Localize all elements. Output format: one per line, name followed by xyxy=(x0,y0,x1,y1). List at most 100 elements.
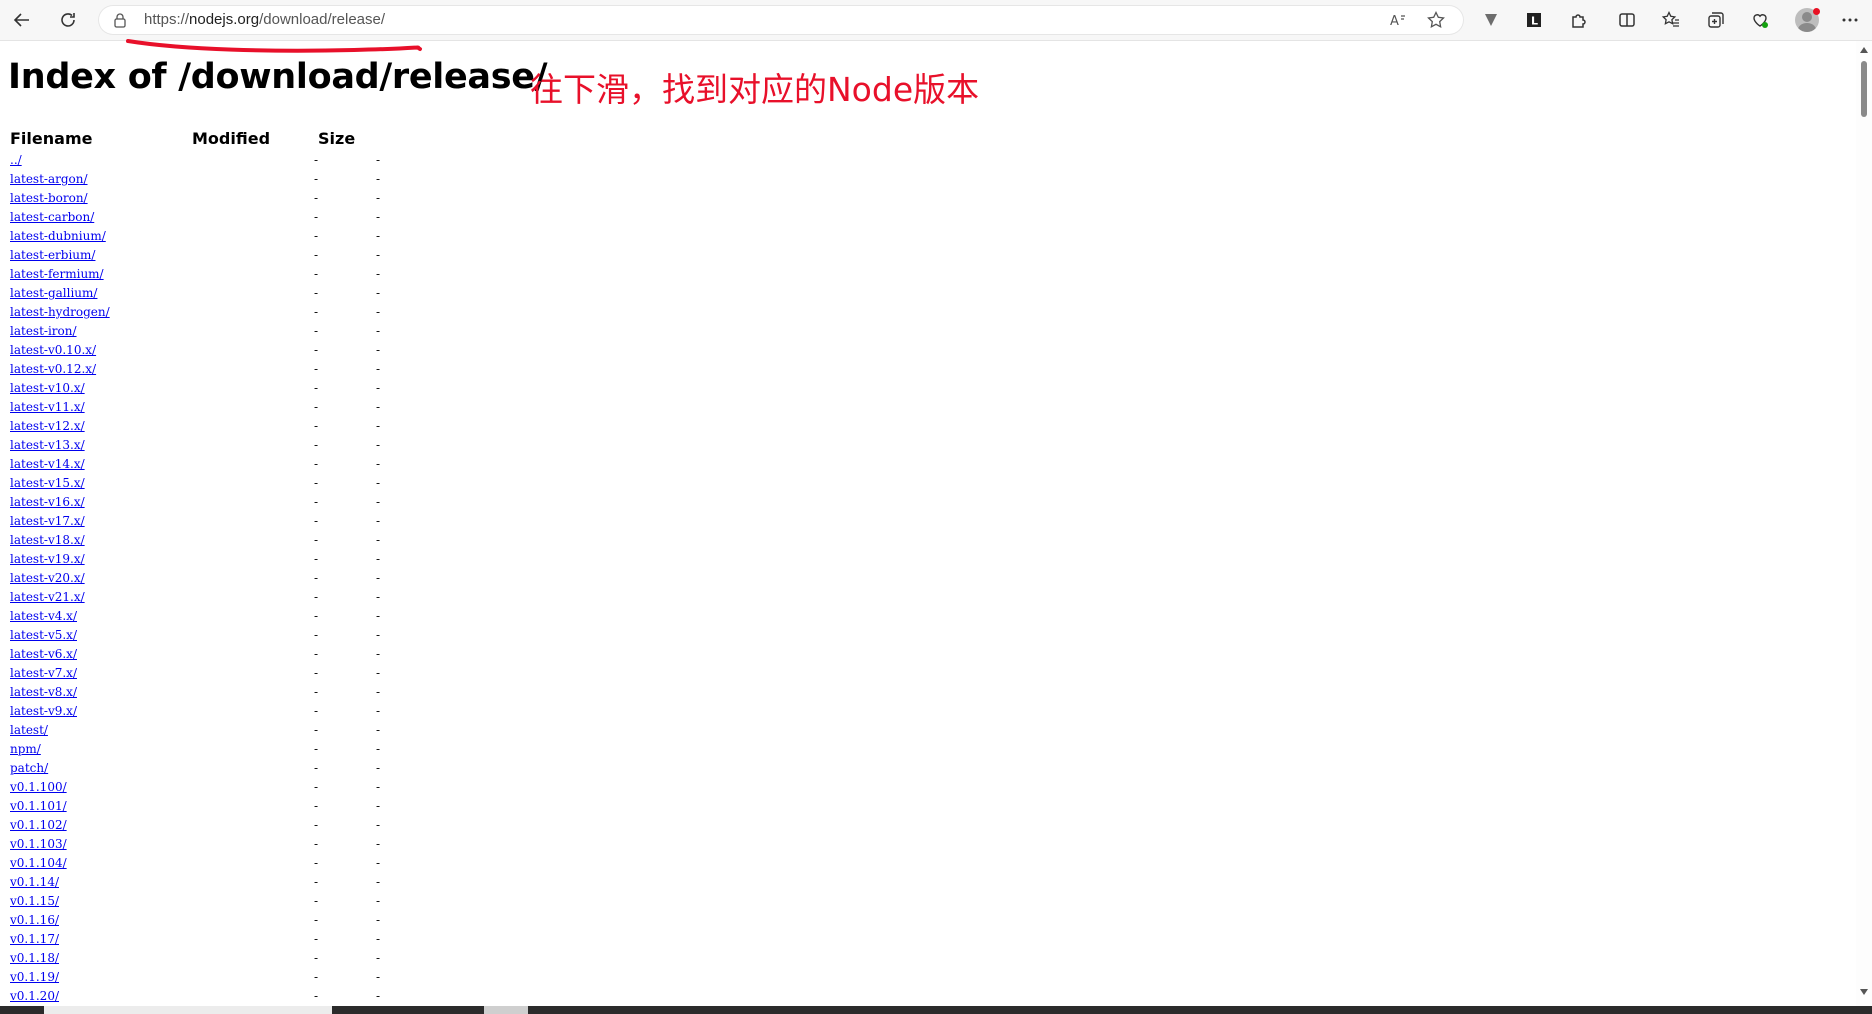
file-link[interactable]: latest-v14.x/ xyxy=(10,457,85,471)
file-link[interactable]: latest-v13.x/ xyxy=(10,438,85,452)
file-link[interactable]: latest-v20.x/ xyxy=(10,571,85,585)
modified-cell: - xyxy=(313,495,318,509)
column-header-filename: Filename xyxy=(10,128,93,148)
vertical-scrollbar[interactable] xyxy=(1856,41,1872,1006)
url-text[interactable]: https://nodejs.org/download/release/ xyxy=(144,11,385,28)
file-link[interactable]: v0.1.102/ xyxy=(10,818,67,832)
filename-cell: v0.1.101/ xyxy=(10,797,192,816)
file-link[interactable]: patch/ xyxy=(10,761,48,775)
extension-v-button[interactable] xyxy=(1475,6,1507,34)
size-cell: - xyxy=(375,153,380,167)
file-link[interactable]: latest-v21.x/ xyxy=(10,590,85,604)
file-link[interactable]: latest-v18.x/ xyxy=(10,533,85,547)
file-link[interactable]: v0.1.18/ xyxy=(10,951,59,965)
table-row: v0.1.100/ - - xyxy=(10,778,380,797)
modified-cell: - xyxy=(313,324,318,338)
file-link[interactable]: latest/ xyxy=(10,723,48,737)
file-link[interactable]: v0.1.100/ xyxy=(10,780,67,794)
filename-cell: latest-gallium/ xyxy=(10,284,192,303)
file-link[interactable]: latest-v17.x/ xyxy=(10,514,85,528)
scroll-down-arrow-icon[interactable] xyxy=(1860,989,1868,995)
column-header-size: Size xyxy=(318,128,356,148)
star-favorite-icon[interactable] xyxy=(1426,10,1446,30)
more-menu-button[interactable] xyxy=(1834,6,1866,34)
performance-button[interactable] xyxy=(1744,6,1776,34)
modified-cell: - xyxy=(313,381,318,395)
file-link[interactable]: latest-erbium/ xyxy=(10,248,95,262)
file-link[interactable]: latest-argon/ xyxy=(10,172,88,186)
file-link[interactable]: ../ xyxy=(10,153,22,167)
address-bar[interactable]: https://nodejs.org/download/release/ A xyxy=(98,5,1464,35)
split-screen-button[interactable] xyxy=(1611,6,1643,34)
table-row: v0.1.104/ - - xyxy=(10,854,380,873)
collections-button[interactable] xyxy=(1700,6,1732,34)
file-link[interactable]: latest-v16.x/ xyxy=(10,495,85,509)
filename-cell: latest-v0.12.x/ xyxy=(10,360,192,379)
file-link[interactable]: latest-boron/ xyxy=(10,191,88,205)
file-link[interactable]: latest-v8.x/ xyxy=(10,685,77,699)
favorites-button[interactable] xyxy=(1655,6,1687,34)
modified-cell: - xyxy=(313,628,318,642)
file-link[interactable]: v0.1.15/ xyxy=(10,894,59,908)
size-cell: - xyxy=(375,305,380,319)
file-link[interactable]: latest-v5.x/ xyxy=(10,628,77,642)
file-link[interactable]: latest-v15.x/ xyxy=(10,476,85,490)
file-link[interactable]: v0.1.19/ xyxy=(10,970,59,984)
filename-cell: v0.1.103/ xyxy=(10,835,192,854)
table-row: v0.1.103/ - - xyxy=(10,835,380,854)
modified-cell: - xyxy=(313,191,318,205)
modified-cell: - xyxy=(313,742,318,756)
modified-cell: - xyxy=(313,590,318,604)
extension-l-button[interactable]: L xyxy=(1518,6,1550,34)
modified-cell: - xyxy=(313,970,318,984)
size-cell: - xyxy=(375,761,380,775)
file-link[interactable]: latest-v11.x/ xyxy=(10,400,85,414)
file-link[interactable]: latest-gallium/ xyxy=(10,286,97,300)
reload-button[interactable] xyxy=(52,6,84,34)
file-link[interactable]: npm/ xyxy=(10,742,41,756)
back-button[interactable] xyxy=(6,6,38,34)
file-link[interactable]: latest-hydrogen/ xyxy=(10,305,110,319)
file-link[interactable]: latest-dubnium/ xyxy=(10,229,106,243)
file-link[interactable]: latest-fermium/ xyxy=(10,267,104,281)
file-link[interactable]: v0.1.17/ xyxy=(10,932,59,946)
scrollbar-thumb[interactable] xyxy=(1861,61,1867,117)
size-cell: - xyxy=(375,723,380,737)
file-link[interactable]: latest-v0.12.x/ xyxy=(10,362,96,376)
filename-cell: latest-hydrogen/ xyxy=(10,303,192,322)
filename-cell: npm/ xyxy=(10,740,192,759)
read-aloud-icon[interactable]: A xyxy=(1388,10,1408,30)
filename-cell: latest-v11.x/ xyxy=(10,398,192,417)
file-link[interactable]: latest-v10.x/ xyxy=(10,381,85,395)
v-extension-icon xyxy=(1485,14,1497,26)
file-link[interactable]: latest-v9.x/ xyxy=(10,704,77,718)
file-link[interactable]: v0.1.20/ xyxy=(10,989,59,1003)
file-link[interactable]: latest-v4.x/ xyxy=(10,609,77,623)
filename-cell: latest-fermium/ xyxy=(10,265,192,284)
file-link[interactable]: v0.1.104/ xyxy=(10,856,67,870)
file-link[interactable]: latest-v12.x/ xyxy=(10,419,85,433)
table-row: latest-v0.10.x/ - - xyxy=(10,341,380,360)
file-link[interactable]: latest-iron/ xyxy=(10,324,77,338)
scroll-up-arrow-icon[interactable] xyxy=(1860,47,1868,53)
extensions-button[interactable] xyxy=(1563,6,1595,34)
file-link[interactable]: latest-v7.x/ xyxy=(10,666,77,680)
table-row: latest-v11.x/ - - xyxy=(10,398,380,417)
file-link[interactable]: latest-carbon/ xyxy=(10,210,94,224)
table-row: latest-v10.x/ - - xyxy=(10,379,380,398)
file-link[interactable]: v0.1.14/ xyxy=(10,875,59,889)
file-link[interactable]: v0.1.16/ xyxy=(10,913,59,927)
modified-cell: - xyxy=(313,799,318,813)
table-header-row: Filename Modified Size xyxy=(10,125,380,151)
file-link[interactable]: latest-v6.x/ xyxy=(10,647,77,661)
filename-cell: latest-dubnium/ xyxy=(10,227,192,246)
modified-cell: - xyxy=(313,609,318,623)
file-link[interactable]: v0.1.103/ xyxy=(10,837,67,851)
lock-icon[interactable] xyxy=(112,12,128,28)
file-link[interactable]: v0.1.101/ xyxy=(10,799,67,813)
file-link[interactable]: latest-v19.x/ xyxy=(10,552,85,566)
size-cell: - xyxy=(375,248,380,262)
filename-cell: v0.1.17/ xyxy=(10,930,192,949)
modified-cell: - xyxy=(313,818,318,832)
file-link[interactable]: latest-v0.10.x/ xyxy=(10,343,96,357)
